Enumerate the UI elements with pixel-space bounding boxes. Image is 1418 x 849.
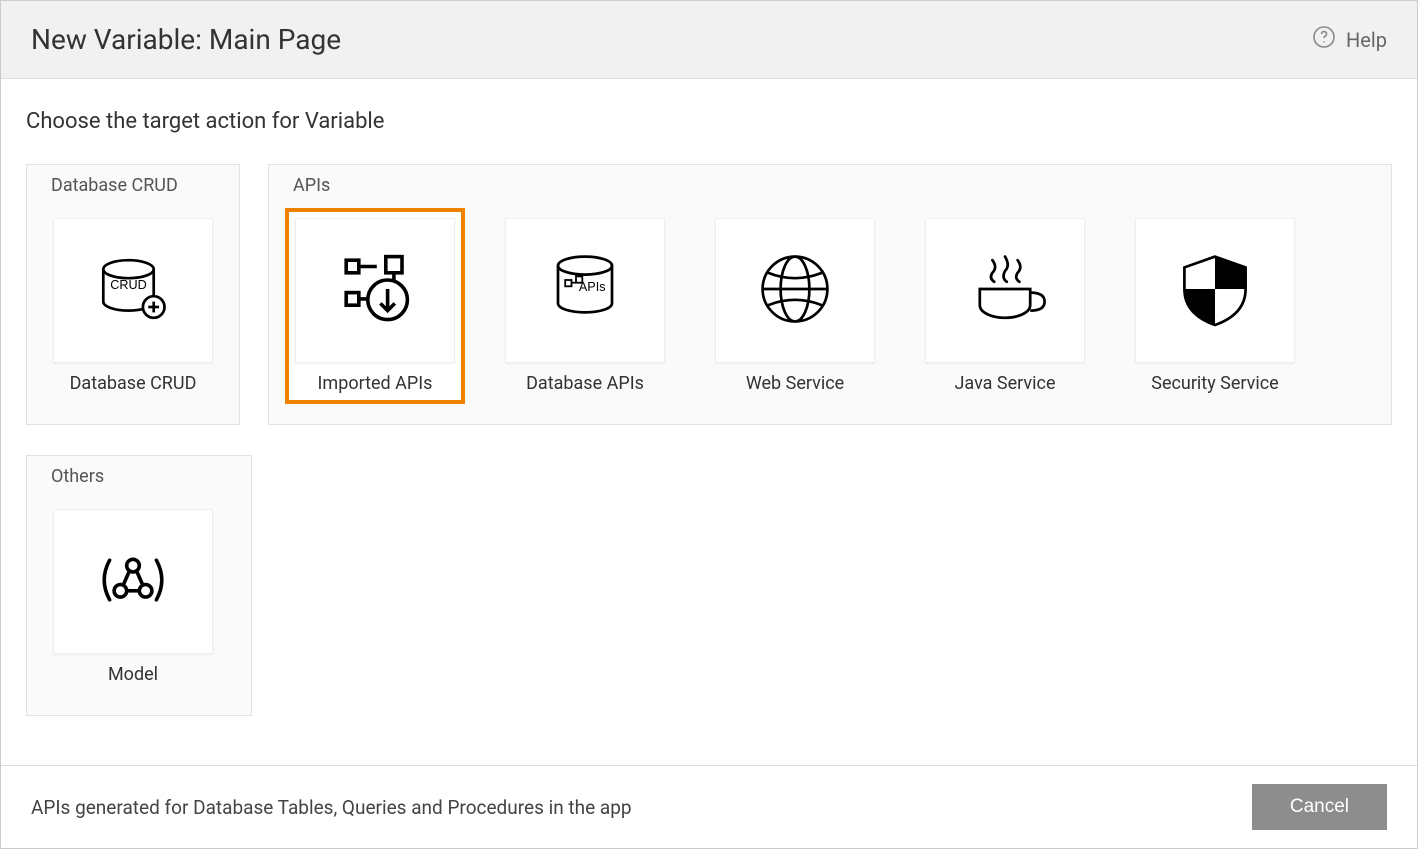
card-icon-box: [1135, 218, 1295, 363]
card-icon-box: [715, 218, 875, 363]
card-icon-box: [925, 218, 1085, 363]
help-button[interactable]: Help: [1312, 25, 1387, 54]
groups-row-top: Database CRUD CRUD: [26, 164, 1392, 425]
card-label: Imported APIs: [318, 373, 433, 394]
card-label: Web Service: [746, 373, 844, 394]
cards-row-others: Model: [43, 499, 235, 695]
imported-apis-icon: [330, 244, 420, 338]
card-label: Database APIs: [526, 373, 644, 394]
card-label: Security Service: [1151, 373, 1278, 394]
card-label: Model: [108, 664, 158, 685]
help-icon: [1312, 25, 1336, 54]
db-crud-icon: CRUD: [88, 244, 178, 338]
group-heading-db-crud: Database CRUD: [43, 175, 223, 196]
group-heading-others: Others: [43, 466, 235, 487]
footer-description: APIs generated for Database Tables, Quer…: [31, 796, 632, 819]
model-icon: [88, 535, 178, 629]
groups-row-bottom: Others: [26, 455, 1392, 716]
svg-text:APIs: APIs: [579, 279, 606, 293]
card-security-service[interactable]: Security Service: [1125, 208, 1305, 404]
database-apis-icon: APIs: [540, 244, 630, 338]
card-web-service[interactable]: Web Service: [705, 208, 885, 404]
card-database-apis[interactable]: APIs Database APIs: [495, 208, 675, 404]
card-icon-box: [295, 218, 455, 363]
card-label: Database CRUD: [70, 373, 197, 394]
group-others: Others: [26, 455, 252, 716]
dialog-header: New Variable: Main Page Help: [1, 1, 1417, 79]
card-icon-box: CRUD: [53, 218, 213, 363]
card-label: Java Service: [955, 373, 1056, 394]
instruction-text: Choose the target action for Variable: [26, 109, 1392, 134]
card-database-crud[interactable]: CRUD Database CRUD: [43, 208, 223, 404]
group-database-crud: Database CRUD CRUD: [26, 164, 240, 425]
group-heading-apis: APIs: [285, 175, 1375, 196]
java-service-icon: [960, 244, 1050, 338]
card-model[interactable]: Model: [43, 499, 223, 695]
cards-row-db-crud: CRUD Database CRUD: [43, 208, 223, 404]
web-service-icon: [750, 244, 840, 338]
dialog-footer: APIs generated for Database Tables, Quer…: [1, 765, 1417, 848]
group-apis: APIs: [268, 164, 1392, 425]
card-java-service[interactable]: Java Service: [915, 208, 1095, 404]
dialog-content: Choose the target action for Variable Da…: [1, 79, 1417, 765]
help-label: Help: [1346, 28, 1387, 52]
cards-row-apis: Imported APIs APIs: [285, 208, 1375, 404]
card-imported-apis[interactable]: Imported APIs: [285, 208, 465, 404]
dialog-title: New Variable: Main Page: [31, 23, 341, 56]
security-service-icon: [1170, 244, 1260, 338]
card-icon-box: APIs: [505, 218, 665, 363]
cancel-button[interactable]: Cancel: [1252, 784, 1387, 830]
card-icon-box: [53, 509, 213, 654]
svg-text:CRUD: CRUD: [110, 278, 146, 292]
